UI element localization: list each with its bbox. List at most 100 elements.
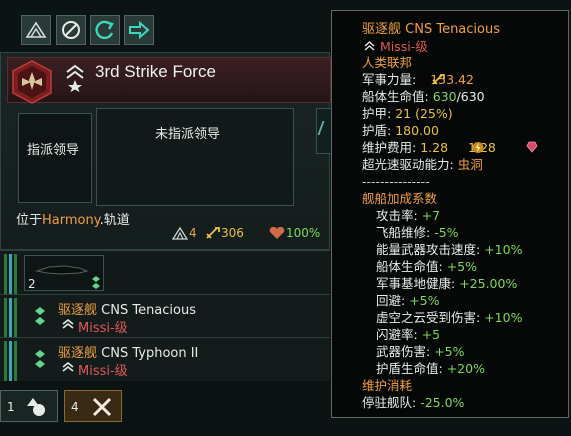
assign-leader-label: 指派领导 bbox=[27, 143, 80, 158]
tooltip-ship-class: 驱逐舰 bbox=[362, 22, 402, 37]
modifier-line: 攻击率: +7 bbox=[376, 208, 440, 223]
modifier-label: 护盾生命值: bbox=[376, 361, 443, 376]
rank-chevron-icon bbox=[62, 362, 74, 372]
modifier-line: 军事基地健康: +25.00% bbox=[376, 276, 517, 291]
modifier-value: +20% bbox=[446, 361, 485, 376]
rotate-icon bbox=[95, 20, 114, 40]
fleet-name[interactable]: 3rd Strike Force bbox=[95, 62, 216, 82]
modifier-value: +5% bbox=[446, 259, 478, 274]
location-prefix: 位于 bbox=[16, 213, 43, 228]
modifier-label: 能量武器攻击速度: bbox=[376, 242, 481, 257]
fleet-location[interactable]: 位于Harmony.轨道 bbox=[16, 209, 130, 228]
fleet-formation-button[interactable] bbox=[21, 15, 51, 45]
group-status-bars bbox=[4, 254, 22, 294]
armor-line: 护甲: 21 (25%) bbox=[362, 106, 453, 121]
ship-class: 驱逐舰 bbox=[58, 303, 98, 318]
military-power-line: 军事力量: 153.42 bbox=[362, 72, 474, 87]
hull-label: 船体生命值: bbox=[362, 89, 429, 104]
repair-count: 4 bbox=[71, 400, 79, 414]
modifier-label: 船体生命值: bbox=[376, 259, 443, 274]
modifier-label: 军事基地健康: bbox=[376, 276, 456, 291]
diamond-stack-icon bbox=[35, 350, 45, 368]
rank-chevron-icon bbox=[66, 64, 84, 92]
no-leader-label: 未指派领导 bbox=[155, 127, 221, 142]
tooltip-separator: --------------- bbox=[362, 174, 430, 189]
merge-fleet-button[interactable]: 1 bbox=[0, 390, 58, 422]
armor-label: 护甲: bbox=[362, 106, 392, 121]
modifier-value: +7 bbox=[421, 208, 441, 223]
upkeep-title: 维护消耗 bbox=[362, 378, 413, 393]
cancel-button[interactable] bbox=[56, 15, 86, 45]
ship-status-bars bbox=[4, 298, 22, 338]
modifier-label: 回避: bbox=[376, 293, 406, 308]
location-suffix: .轨道 bbox=[99, 213, 130, 228]
upkeep-energy: 1.28 bbox=[420, 140, 449, 155]
ftl-value: 虫洞 bbox=[457, 157, 483, 172]
ftl-label: 超光速驱动能力: bbox=[362, 157, 454, 172]
fleet-health: 100% bbox=[286, 226, 321, 240]
docked-value: -25.0% bbox=[420, 395, 465, 410]
ship-group-row[interactable]: 2 bbox=[0, 250, 330, 294]
modifier-value: -5% bbox=[434, 225, 459, 240]
modifier-label: 虚空之云受到伤害: bbox=[376, 310, 481, 325]
assign-leader-slot[interactable]: 指派领导 bbox=[18, 113, 92, 203]
ship-group-count: 2 bbox=[28, 277, 36, 291]
modifier-value: +25.00% bbox=[459, 276, 518, 291]
merge-count: 1 bbox=[7, 400, 15, 414]
docked-line: 停驻舰队: -25.0% bbox=[362, 395, 464, 410]
modifier-value: +10% bbox=[484, 310, 523, 325]
empire-emblem-icon bbox=[12, 60, 52, 104]
tools-icon bbox=[92, 397, 112, 417]
modifier-line: 船体生命值: +5% bbox=[376, 259, 477, 274]
modifier-line: 虚空之云受到伤害: +10% bbox=[376, 310, 522, 325]
alloys-icon bbox=[526, 141, 538, 153]
tooltip-empire: 人类联邦 bbox=[362, 55, 413, 70]
tooltip-design: Missi-级 bbox=[380, 39, 428, 54]
arrow-right-icon bbox=[129, 21, 150, 39]
ship-row[interactable]: 驱逐舰 CNS Tenacious Missi-级 bbox=[0, 294, 330, 338]
modifier-value: +10% bbox=[484, 242, 523, 257]
military-power-icon bbox=[432, 74, 445, 85]
military-power-label: 军事力量: bbox=[362, 72, 417, 87]
hull-line: 船体生命值: 630/630 bbox=[362, 89, 485, 104]
ship-design: Missi-级 bbox=[78, 321, 128, 336]
modifier-line: 能量武器攻击速度: +10% bbox=[376, 242, 522, 257]
modifier-value: +5 bbox=[421, 327, 441, 342]
ship-class: 驱逐舰 bbox=[58, 346, 98, 361]
modifier-line: 武器伤害: +5% bbox=[376, 344, 465, 359]
shield-value: 180.00 bbox=[395, 123, 439, 138]
side-tab[interactable] bbox=[316, 108, 333, 154]
destroyer-silhouette-icon bbox=[35, 265, 89, 275]
fleet-formation-icon bbox=[25, 21, 47, 38]
ftl-line: 超光速驱动能力: 虫洞 bbox=[362, 157, 483, 172]
ship-status-bars bbox=[4, 341, 22, 381]
ship-group-slot[interactable]: 2 bbox=[24, 255, 104, 291]
ship-name: CNS Tenacious bbox=[101, 303, 197, 318]
armor-value: 21 (25%) bbox=[395, 106, 453, 121]
shield-line: 护盾: 180.00 bbox=[362, 123, 439, 138]
ship-row[interactable]: 驱逐舰 CNS Typhoon II Missi-级 bbox=[0, 337, 330, 381]
rotate-button[interactable] bbox=[90, 15, 120, 45]
diamond-stack-icon bbox=[35, 307, 45, 325]
modifier-label: 攻击率: bbox=[376, 208, 418, 223]
leader-info-box: 未指派领导 bbox=[96, 108, 294, 206]
repair-button[interactable]: 4 bbox=[64, 390, 122, 422]
cancel-icon bbox=[62, 21, 80, 39]
modifiers-title: 舰船加成系数 bbox=[362, 191, 438, 206]
fleet-power: 306 bbox=[221, 226, 244, 240]
ship-tooltip: 驱逐舰 CNS Tenacious Missi-级 人类联邦 军事力量: 153.… bbox=[331, 10, 569, 418]
health-icon bbox=[269, 227, 285, 239]
modifier-label: 武器伤害: bbox=[376, 344, 431, 359]
modifier-value: +5% bbox=[409, 293, 440, 308]
ship-count: 4 bbox=[189, 226, 197, 240]
ship-title: 驱逐舰 CNS Tenacious bbox=[58, 299, 196, 318]
hull-max: /630 bbox=[456, 89, 485, 104]
rank-chevron-icon bbox=[364, 41, 375, 51]
move-button[interactable] bbox=[124, 15, 154, 45]
tooltip-ship-name: CNS Tenacious bbox=[405, 22, 501, 37]
modifier-label: 闪避率: bbox=[376, 327, 418, 342]
docked-label: 停驻舰队: bbox=[362, 395, 417, 410]
modifier-line: 飞船维修: -5% bbox=[376, 225, 459, 240]
location-planet[interactable]: Harmony bbox=[42, 213, 100, 228]
modifier-line: 护盾生命值: +20% bbox=[376, 361, 485, 376]
